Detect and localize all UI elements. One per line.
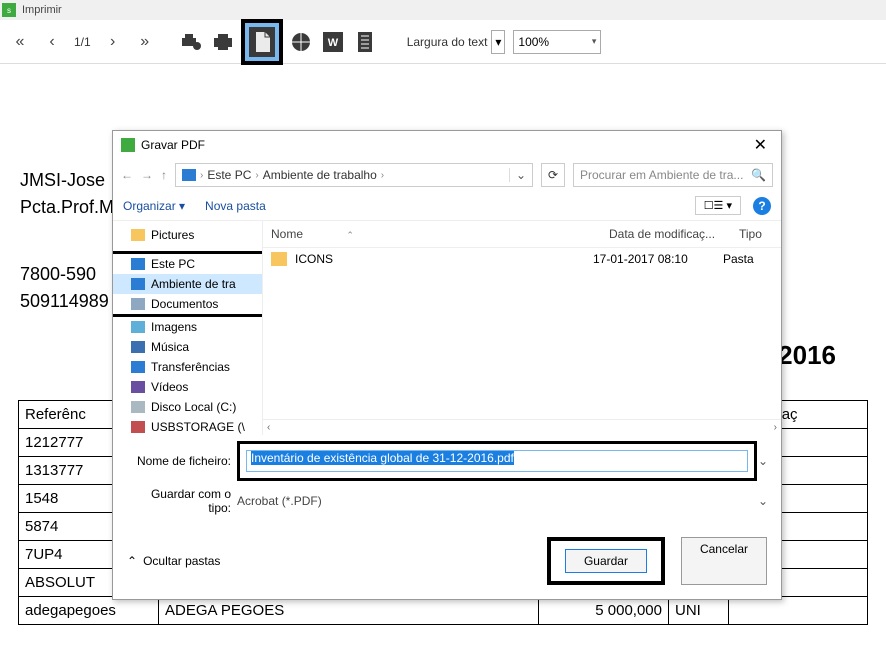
- breadcrumb-dropdown[interactable]: ⌄: [509, 168, 526, 182]
- pc-icon: [182, 169, 196, 181]
- page-width-dropdown[interactable]: ▾: [491, 30, 505, 54]
- file-list: Nome ⌃ Data de modificaç... Tipo ICONS 1…: [263, 221, 781, 435]
- pdf-icon: [249, 27, 275, 57]
- filename-label: Nome de ficheiro:: [125, 454, 237, 468]
- col-date[interactable]: Data de modificaç...: [601, 221, 731, 247]
- breadcrumb-item[interactable]: Ambiente de trabalho: [263, 168, 377, 182]
- new-folder-button[interactable]: Nova pasta: [205, 199, 266, 213]
- text-export-icon[interactable]: [351, 28, 379, 56]
- help-button[interactable]: ?: [753, 197, 771, 215]
- folder-tree: Pictures Este PC Ambiente de tra Documen…: [113, 221, 263, 435]
- web-export-icon[interactable]: [287, 28, 315, 56]
- print-icon[interactable]: [209, 28, 237, 56]
- app-icon: s: [2, 3, 16, 17]
- breadcrumb-item[interactable]: Este PC: [207, 168, 251, 182]
- filetype-select[interactable]: Acrobat (*.PDF): [237, 494, 757, 508]
- prev-page-button[interactable]: ‹: [38, 28, 66, 56]
- tree-downloads[interactable]: Transferências: [113, 357, 262, 377]
- print-toolbar: « ‹ 1/1 › » W Largura do text ▾ 100%: [0, 20, 886, 64]
- svg-text:W: W: [327, 37, 338, 49]
- doc-year: 2016: [778, 340, 836, 371]
- tree-music[interactable]: Música: [113, 337, 262, 357]
- dialog-title: Gravar PDF: [141, 138, 205, 152]
- folder-icon: [271, 252, 287, 266]
- dialog-titlebar: Gravar PDF ✕: [113, 131, 781, 159]
- tree-desktop[interactable]: Ambiente de tra: [113, 274, 262, 294]
- view-options-button[interactable]: ☐☰ ▾: [695, 196, 741, 215]
- zoom-value: 100%: [518, 35, 549, 49]
- dialog-footer: ⌃ Ocultar pastas Guardar Cancelar: [113, 531, 781, 599]
- tree-pictures[interactable]: Pictures: [113, 225, 262, 245]
- dialog-body: Pictures Este PC Ambiente de tra Documen…: [113, 221, 781, 435]
- nav-back-button[interactable]: ←: [121, 168, 133, 182]
- nav-forward-button[interactable]: →: [141, 168, 153, 182]
- tree-videos[interactable]: Vídeos: [113, 377, 262, 397]
- dialog-nav: ← → ↑ › Este PC › Ambiente de trabalho ›…: [113, 159, 781, 191]
- tree-usb[interactable]: USBSTORAGE (\: [113, 417, 262, 435]
- filetype-label: Guardar com o tipo:: [125, 487, 237, 515]
- page-indicator: 1/1: [70, 35, 95, 49]
- zoom-select[interactable]: 100%: [513, 30, 601, 54]
- printer-settings-icon[interactable]: [177, 28, 205, 56]
- file-list-header: Nome ⌃ Data de modificaç... Tipo: [263, 221, 781, 248]
- organize-button[interactable]: Organizar ▾: [123, 199, 185, 213]
- chevron-up-icon: ⌃: [127, 554, 137, 568]
- dialog-filename-area: Nome de ficheiro: Inventário de existênc…: [113, 435, 781, 531]
- tree-local-disk[interactable]: Disco Local (C:): [113, 397, 262, 417]
- last-page-button[interactable]: »: [131, 28, 159, 56]
- filename-input[interactable]: Inventário de existência global de 31-12…: [246, 450, 748, 472]
- search-input[interactable]: Procurar em Ambiente de tra... 🔍: [573, 163, 773, 187]
- search-placeholder: Procurar em Ambiente de tra...: [580, 168, 743, 182]
- page-width-label: Largura do text: [407, 35, 488, 49]
- dialog-app-icon: [121, 138, 135, 152]
- window-title: Imprimir: [22, 4, 62, 16]
- word-export-icon[interactable]: W: [319, 28, 347, 56]
- list-item[interactable]: ICONS 17-01-2017 08:10 Pasta: [263, 248, 781, 270]
- export-pdf-button[interactable]: [241, 19, 283, 65]
- close-icon[interactable]: ✕: [748, 135, 773, 155]
- tree-images[interactable]: Imagens: [113, 317, 262, 337]
- window-titlebar: s Imprimir: [0, 0, 886, 20]
- col-name[interactable]: Nome ⌃: [263, 221, 601, 247]
- save-button[interactable]: Guardar: [565, 549, 647, 573]
- search-icon: 🔍: [751, 168, 766, 182]
- breadcrumb[interactable]: › Este PC › Ambiente de trabalho › ⌄: [175, 163, 533, 187]
- horizontal-scrollbar[interactable]: ‹›: [263, 419, 781, 435]
- tree-este-pc[interactable]: Este PC: [113, 254, 262, 274]
- refresh-button[interactable]: ⟳: [541, 163, 565, 187]
- nav-up-button[interactable]: ↑: [161, 168, 167, 182]
- tree-documents[interactable]: Documentos: [113, 294, 262, 314]
- col-type[interactable]: Tipo: [731, 221, 781, 247]
- dialog-toolbar: Organizar ▾ Nova pasta ☐☰ ▾ ?: [113, 191, 781, 221]
- cancel-button[interactable]: Cancelar: [681, 537, 767, 585]
- first-page-button[interactable]: «: [6, 28, 34, 56]
- save-dialog: Gravar PDF ✕ ← → ↑ › Este PC › Ambiente …: [112, 130, 782, 600]
- table-row: adegapegoesADEGA PEGOES5 000,000UNI: [19, 597, 868, 625]
- hide-folders-toggle[interactable]: ⌃ Ocultar pastas: [127, 554, 220, 568]
- next-page-button[interactable]: ›: [99, 28, 127, 56]
